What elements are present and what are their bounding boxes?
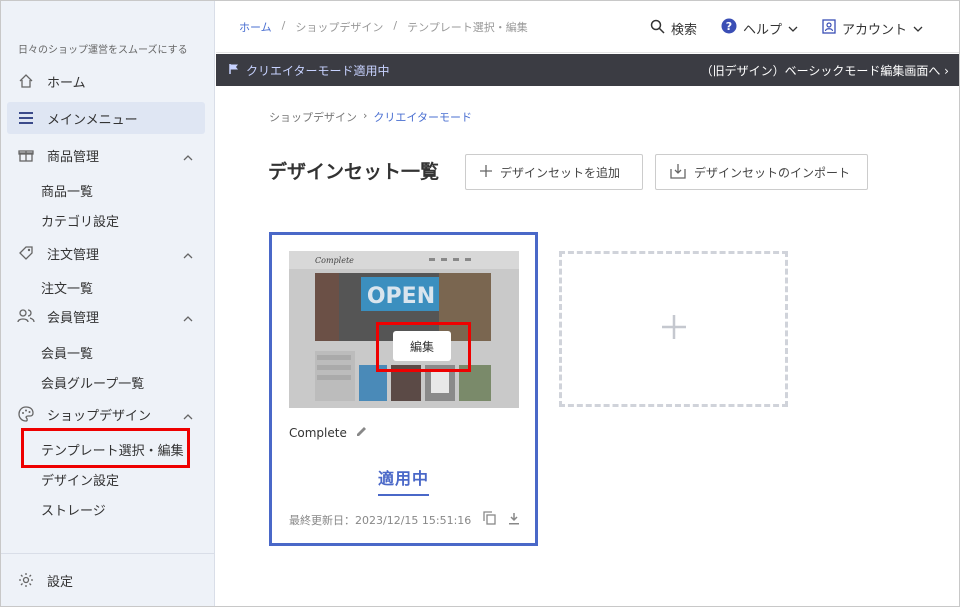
import-design-set-label: デザインセットのインポート	[694, 165, 851, 180]
chevron-down-icon	[913, 21, 923, 36]
gift-icon	[15, 146, 37, 164]
sidebar-item-members[interactable]: 会員管理	[7, 300, 205, 332]
sidebar-sub-order-list[interactable]: 注文一覧	[41, 278, 93, 297]
sidebar-item-shop-design[interactable]: ショップデザイン	[7, 398, 205, 430]
add-design-set-label: デザインセットを追加	[500, 165, 621, 180]
thumbnail-sign: OPEN	[367, 284, 435, 309]
content-breadcrumb: ショップデザイン › クリエイターモード	[269, 109, 472, 125]
top-actions: 検索 ? ヘルプ アカウント	[650, 18, 923, 38]
flag-icon	[228, 63, 240, 78]
breadcrumb-separator: /	[393, 19, 398, 32]
sidebar-item-label: ショップデザイン	[47, 408, 152, 424]
sidebar: 日々のショップ運営をスムーズにする ホーム メインメニュー 商品管理 商品一覧 …	[1, 1, 215, 606]
breadcrumb-current: テンプレート選択・編集	[407, 21, 528, 34]
applied-status: 適用中	[378, 465, 430, 496]
sidebar-item-label: メインメニュー	[47, 112, 138, 128]
breadcrumb-shop-design: ショップデザイン	[295, 21, 384, 34]
import-icon	[670, 163, 686, 182]
chevron-up-icon	[183, 409, 193, 424]
content-breadcrumb-current: クリエイターモード	[373, 111, 472, 124]
home-icon	[15, 72, 37, 90]
sidebar-sub-design-settings[interactable]: デザイン設定	[41, 470, 119, 489]
breadcrumb-home-link[interactable]: ホーム	[239, 19, 272, 35]
highlight-box	[376, 322, 471, 372]
tagline: 日々のショップ運営をスムーズにする	[18, 45, 188, 56]
sidebar-item-label: 会員管理	[47, 310, 100, 326]
sidebar-item-products[interactable]: 商品管理	[7, 139, 205, 171]
breadcrumb: ホーム / ショップデザイン / テンプレート選択・編集	[239, 19, 528, 35]
account-label: アカウント	[841, 22, 907, 38]
mode-banner: クリエイターモード適用中 （旧デザイン）ベーシックモード編集画面へ ›	[216, 54, 959, 86]
sidebar-item-label: 商品管理	[47, 149, 100, 165]
search-icon	[650, 19, 665, 38]
design-set-card[interactable]: Complete OPEN 編集 Complete 適用中 最終更新日：2023…	[269, 232, 538, 546]
content-breadcrumb-parent[interactable]: ショップデザイン	[269, 109, 357, 125]
sidebar-item-label: 設定	[47, 574, 74, 590]
add-design-set-placeholder[interactable]	[559, 251, 788, 407]
thumbnail-logo: Complete	[315, 256, 354, 265]
chevron-up-icon	[183, 311, 193, 326]
basic-mode-link[interactable]: （旧デザイン）ベーシックモード編集画面へ ›	[701, 62, 949, 79]
sidebar-sub-product-list[interactable]: 商品一覧	[41, 181, 93, 200]
plus-icon	[661, 314, 687, 344]
design-set-name-row: Complete	[289, 425, 368, 441]
sidebar-item-label: ホーム	[47, 75, 86, 91]
content-breadcrumb-separator: ›	[363, 109, 368, 122]
sidebar-item-home[interactable]: ホーム	[7, 65, 205, 97]
pencil-icon[interactable]	[355, 425, 368, 441]
last-updated-text: 最終更新日：2023/12/15 15:51:16	[289, 513, 472, 527]
plus-icon	[480, 164, 492, 180]
sidebar-item-settings[interactable]: 設定	[7, 564, 205, 596]
sidebar-sub-member-groups[interactable]: 会員グループ一覧	[41, 373, 144, 392]
account-menu[interactable]: アカウント	[822, 18, 923, 38]
breadcrumb-separator: /	[281, 19, 286, 32]
chevron-down-icon	[788, 21, 798, 36]
creator-mode-indicator: クリエイターモード適用中	[228, 62, 390, 79]
add-design-set-button[interactable]: デザインセットを追加	[465, 154, 643, 190]
sidebar-divider	[1, 553, 214, 554]
search-button[interactable]: 検索	[650, 19, 697, 38]
search-label: 検索	[670, 22, 697, 38]
users-icon	[15, 307, 37, 325]
chevron-up-icon	[183, 248, 193, 263]
tag-icon	[15, 244, 37, 262]
help-icon: ?	[721, 18, 737, 38]
download-icon[interactable]	[508, 512, 520, 528]
account-icon	[822, 18, 836, 38]
svg-text:?: ?	[726, 20, 732, 33]
sidebar-item-label: 注文管理	[47, 247, 100, 263]
sidebar-sub-member-list[interactable]: 会員一覧	[41, 343, 93, 362]
sidebar-item-orders[interactable]: 注文管理	[7, 237, 205, 269]
page-title: デザインセット一覧	[268, 161, 440, 183]
design-thumbnail: Complete OPEN 編集	[289, 251, 519, 408]
highlight-box	[21, 428, 190, 468]
help-label: ヘルプ	[742, 22, 782, 38]
gear-icon	[15, 571, 37, 589]
sidebar-item-main-menu[interactable]: メインメニュー	[7, 102, 205, 134]
last-updated-row: 最終更新日：2023/12/15 15:51:16	[289, 511, 520, 528]
palette-icon	[15, 405, 37, 423]
sidebar-sub-category[interactable]: カテゴリ設定	[41, 211, 119, 230]
copy-icon[interactable]	[483, 511, 496, 528]
help-menu[interactable]: ? ヘルプ	[721, 18, 798, 38]
menu-icon	[15, 109, 37, 127]
design-set-name: Complete	[289, 426, 347, 440]
top-bar: ホーム / ショップデザイン / テンプレート選択・編集 検索 ? ヘルプ アカ…	[216, 1, 959, 53]
chevron-up-icon	[183, 150, 193, 165]
import-design-set-button[interactable]: デザインセットのインポート	[655, 154, 868, 190]
creator-mode-label: クリエイターモード適用中	[246, 64, 390, 78]
sidebar-sub-storage[interactable]: ストレージ	[41, 500, 106, 519]
